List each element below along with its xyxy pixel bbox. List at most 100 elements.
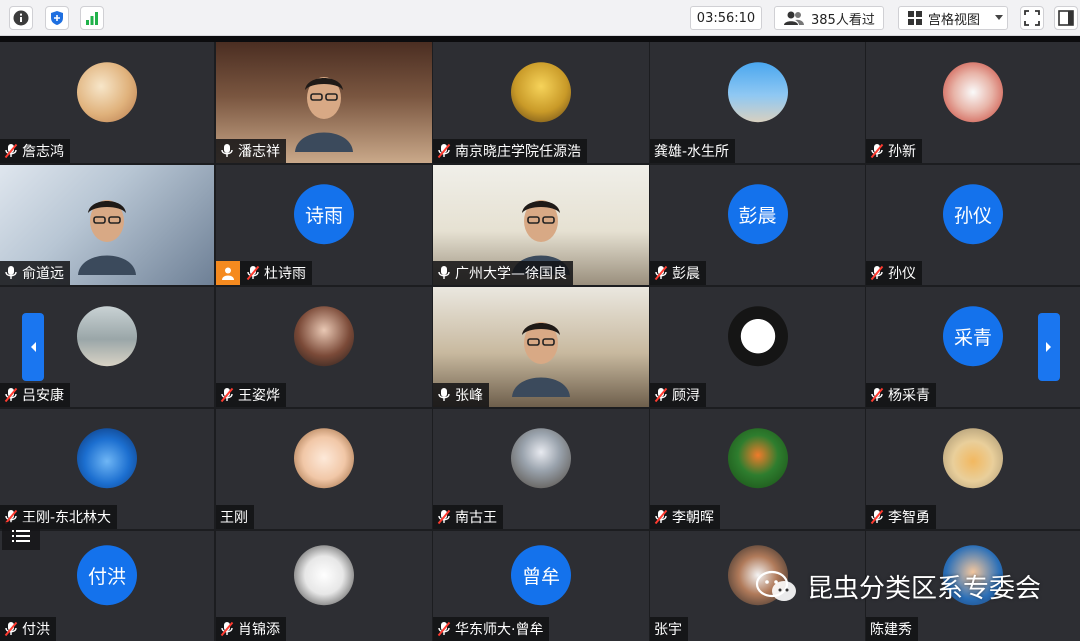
mic-on-icon (438, 388, 450, 401)
participant-label: 吕安康 (0, 383, 70, 407)
view-mode-dropdown[interactable]: 宫格视图 (898, 6, 1008, 30)
participant-name: 潘志祥 (238, 144, 280, 160)
timer-text: 03:56:10 (696, 10, 756, 26)
participant-name: 王刚 (220, 510, 248, 526)
avatar (77, 61, 137, 122)
participant-tile[interactable]: 南古王 (433, 409, 649, 529)
participant-tile[interactable]: 李智勇 (866, 409, 1080, 529)
participant-tile[interactable]: 王姿烨 (216, 287, 432, 407)
mic-muted-icon (654, 509, 668, 525)
participant-tile[interactable]: 南京晓庄学院任源浩 (433, 42, 649, 163)
participant-name: 广州大学—徐国良 (455, 266, 567, 282)
participant-tile[interactable]: 张峰 (433, 287, 649, 407)
avatar (294, 306, 354, 367)
participant-label: 张峰 (433, 383, 489, 407)
mic-on-icon (221, 144, 233, 157)
watermark-text: 昆虫分类区系专委会 (807, 574, 1042, 604)
avatar (294, 545, 354, 606)
mic-muted-icon (870, 509, 884, 525)
avatar: 采青 (943, 306, 1003, 367)
participant-tile[interactable]: 曾牟华东师大·曾牟 (433, 531, 649, 641)
avatar (727, 428, 788, 489)
participant-name: 付洪 (22, 622, 50, 638)
mic-muted-icon (4, 387, 18, 403)
participant-tile[interactable]: 龚雄-水生所 (650, 42, 865, 163)
mic-muted-icon (870, 265, 884, 281)
grid-view-icon (908, 11, 922, 25)
participant-tile[interactable]: 孙仪 孙仪 (866, 165, 1080, 285)
participant-tile[interactable]: 顾浔 (650, 287, 865, 407)
mic-on-icon (5, 266, 17, 279)
mic-muted-icon (437, 509, 451, 525)
participant-grid: 詹志鸿 潘志祥 南京晓庄学院任源浩 龚雄-水生所 孙新 俞道远 诗雨 杜诗雨 广州大学—徐国良彭… (0, 42, 1080, 641)
avatar: 曾牟 (511, 545, 571, 606)
participant-tile[interactable]: 肖锦添 (216, 531, 432, 641)
prev-page-button[interactable] (22, 313, 44, 381)
participant-name: 王姿烨 (238, 388, 280, 404)
avatar (943, 428, 1003, 489)
avatar: 付洪 (77, 545, 137, 606)
avatar: 诗雨 (294, 184, 354, 245)
avatar (727, 61, 788, 122)
participant-label: 付洪 (0, 617, 56, 641)
viewers-count[interactable]: 385人看过 (774, 6, 884, 30)
host-badge-icon (216, 261, 240, 285)
participant-label: 詹志鸿 (0, 139, 70, 163)
mic-muted-icon (4, 143, 18, 159)
participant-label: 王刚 (216, 505, 254, 529)
mic-muted-icon (437, 143, 451, 159)
next-page-button[interactable] (1038, 313, 1060, 381)
avatar: 孙仪 (943, 184, 1003, 245)
mic-muted-icon (870, 143, 884, 159)
mic-muted-icon (4, 621, 18, 637)
participant-tile[interactable]: 李朝晖 (650, 409, 865, 529)
participant-tile[interactable]: 孙新 (866, 42, 1080, 163)
participant-tile[interactable]: 潘志祥 (216, 42, 432, 163)
participant-name: 顾浔 (672, 388, 700, 404)
participant-tile[interactable]: 王刚-东北林大 (0, 409, 214, 529)
participant-tile[interactable]: 广州大学—徐国良 (433, 165, 649, 285)
mic-muted-icon (220, 387, 234, 403)
participant-label: 潘志祥 (216, 139, 286, 163)
participant-label: 杜诗雨 (216, 261, 312, 285)
participant-name: 华东师大·曾牟 (455, 622, 544, 638)
avatar (511, 428, 571, 489)
participant-label: 龚雄-水生所 (650, 139, 736, 163)
participant-label: 肖锦添 (216, 617, 286, 641)
mic-muted-icon (654, 387, 668, 403)
participant-tile[interactable]: 俞道远 (0, 165, 214, 285)
participant-label: 李智勇 (866, 505, 936, 529)
participant-name: 孙新 (888, 144, 916, 160)
participant-name: 杜诗雨 (264, 266, 306, 282)
participant-label: 俞道远 (0, 261, 70, 285)
participant-name: 彭晨 (672, 266, 700, 282)
participant-label: 王姿烨 (216, 383, 286, 407)
fullscreen-icon[interactable] (1020, 6, 1044, 30)
mic-on-icon (438, 266, 450, 279)
menu-button[interactable] (2, 522, 40, 550)
participant-label: 广州大学—徐国良 (433, 261, 573, 285)
shield-icon[interactable] (45, 6, 69, 30)
participant-name: 杨采青 (888, 388, 930, 404)
top-toolbar: 03:56:10 385人看过 宫格视图 (0, 0, 1080, 36)
mic-muted-icon (437, 621, 451, 637)
sidebar-toggle-icon[interactable] (1054, 6, 1078, 30)
info-icon[interactable] (9, 6, 33, 30)
signal-icon[interactable] (80, 6, 104, 30)
mic-muted-icon (654, 265, 668, 281)
participant-tile[interactable]: 王刚 (216, 409, 432, 529)
participant-label: 张宇 (650, 617, 688, 641)
participant-label: 杨采青 (866, 383, 936, 407)
participant-name: 龚雄-水生所 (654, 144, 730, 160)
chevron-down-icon (995, 15, 1004, 20)
participant-name: 张峰 (455, 388, 483, 404)
view-mode-text: 宫格视图 (928, 12, 981, 28)
participant-tile[interactable]: 彭晨 彭晨 (650, 165, 865, 285)
participant-label: 南古王 (433, 505, 503, 529)
participant-tile[interactable]: 詹志鸿 (0, 42, 214, 163)
participant-name: 李智勇 (888, 510, 930, 526)
participant-video (291, 70, 357, 152)
participant-tile[interactable]: 诗雨杜诗雨 (216, 165, 432, 285)
chevron-left-icon (31, 342, 36, 352)
avatar: 彭晨 (727, 184, 788, 245)
